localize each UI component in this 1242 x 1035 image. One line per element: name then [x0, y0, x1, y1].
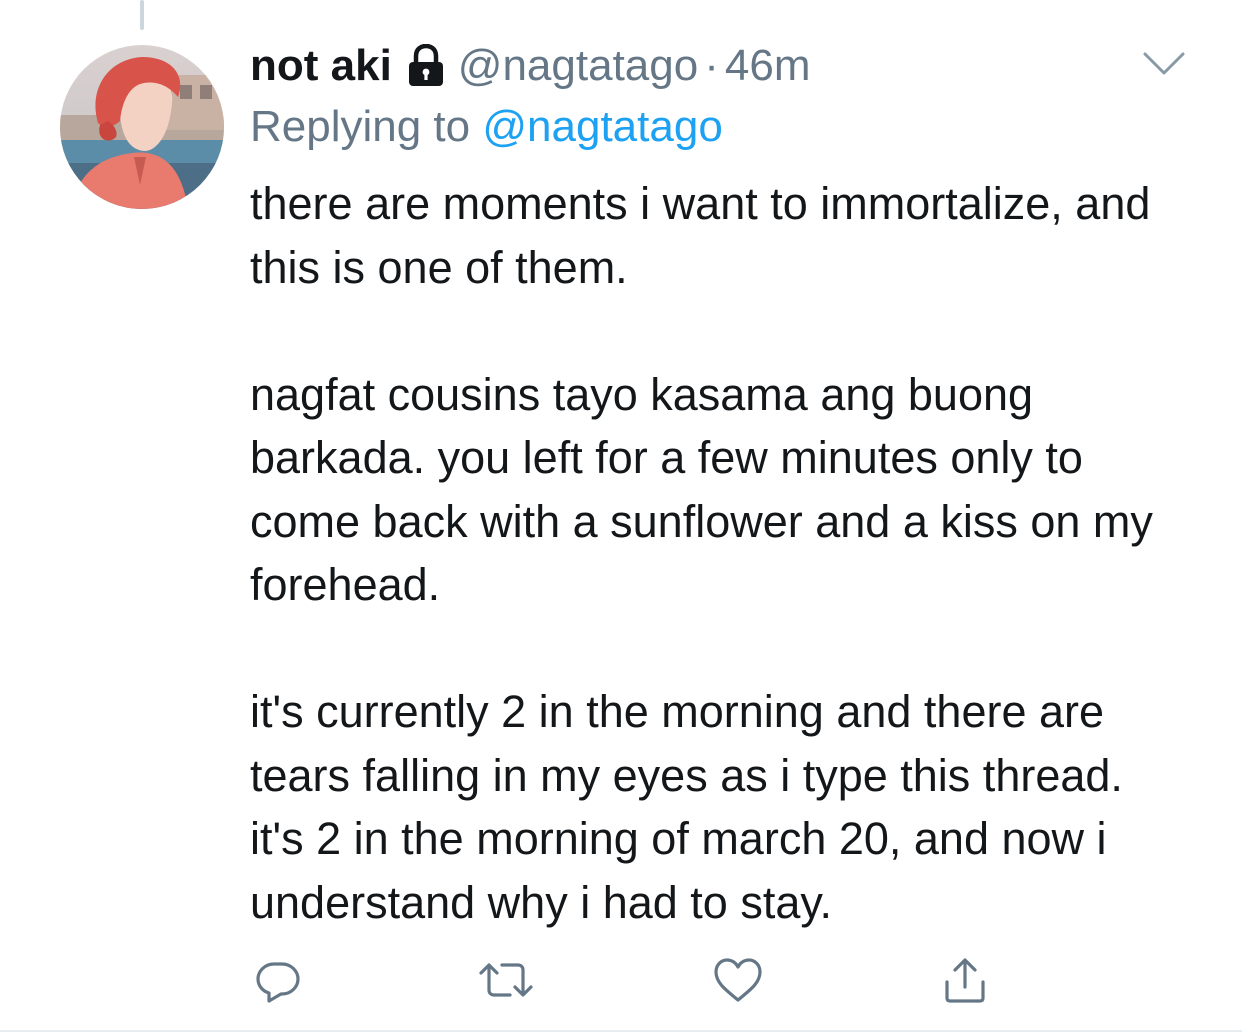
- retweet-icon: [479, 963, 533, 997]
- tweet-paragraph: nagfat cousins tayo kasama ang buong bar…: [250, 368, 1153, 611]
- tweet-paragraph: there are moments i want to immortalize,…: [250, 178, 1151, 293]
- reply-prefix: Replying to: [250, 102, 471, 151]
- reply-button[interactable]: [250, 952, 306, 1008]
- avatar-image: [60, 45, 224, 209]
- retweet-button[interactable]: [478, 952, 534, 1008]
- avatar[interactable]: [60, 45, 224, 209]
- share-button[interactable]: [937, 952, 993, 1008]
- thread-connector-line: [140, 0, 144, 30]
- reply-handle-link[interactable]: @nagtatago: [482, 102, 722, 151]
- reply-icon: [256, 962, 300, 1003]
- tweet-paragraph: it's currently 2 in the morning and ther…: [250, 686, 1123, 928]
- tweet-timestamp[interactable]: 46m: [725, 41, 811, 91]
- tweet-actions: [0, 952, 1242, 1012]
- reply-context: Replying to @nagtatago: [250, 96, 1180, 158]
- meta-separator: ·: [704, 41, 719, 90]
- lock-icon: [408, 44, 443, 86]
- tweet: not aki @nagtatago · 46m Replying to @na…: [250, 36, 1180, 934]
- author-handle[interactable]: @nagtatago: [458, 41, 698, 91]
- share-icon: [945, 958, 985, 1003]
- author-display-name[interactable]: not aki: [250, 41, 392, 91]
- like-button[interactable]: [710, 952, 766, 1008]
- tweet-header: not aki @nagtatago · 46m: [250, 36, 1180, 96]
- tweet-body: there are moments i want to immortalize,…: [250, 172, 1180, 934]
- divider: [0, 1030, 1242, 1032]
- heart-icon: [714, 958, 762, 1002]
